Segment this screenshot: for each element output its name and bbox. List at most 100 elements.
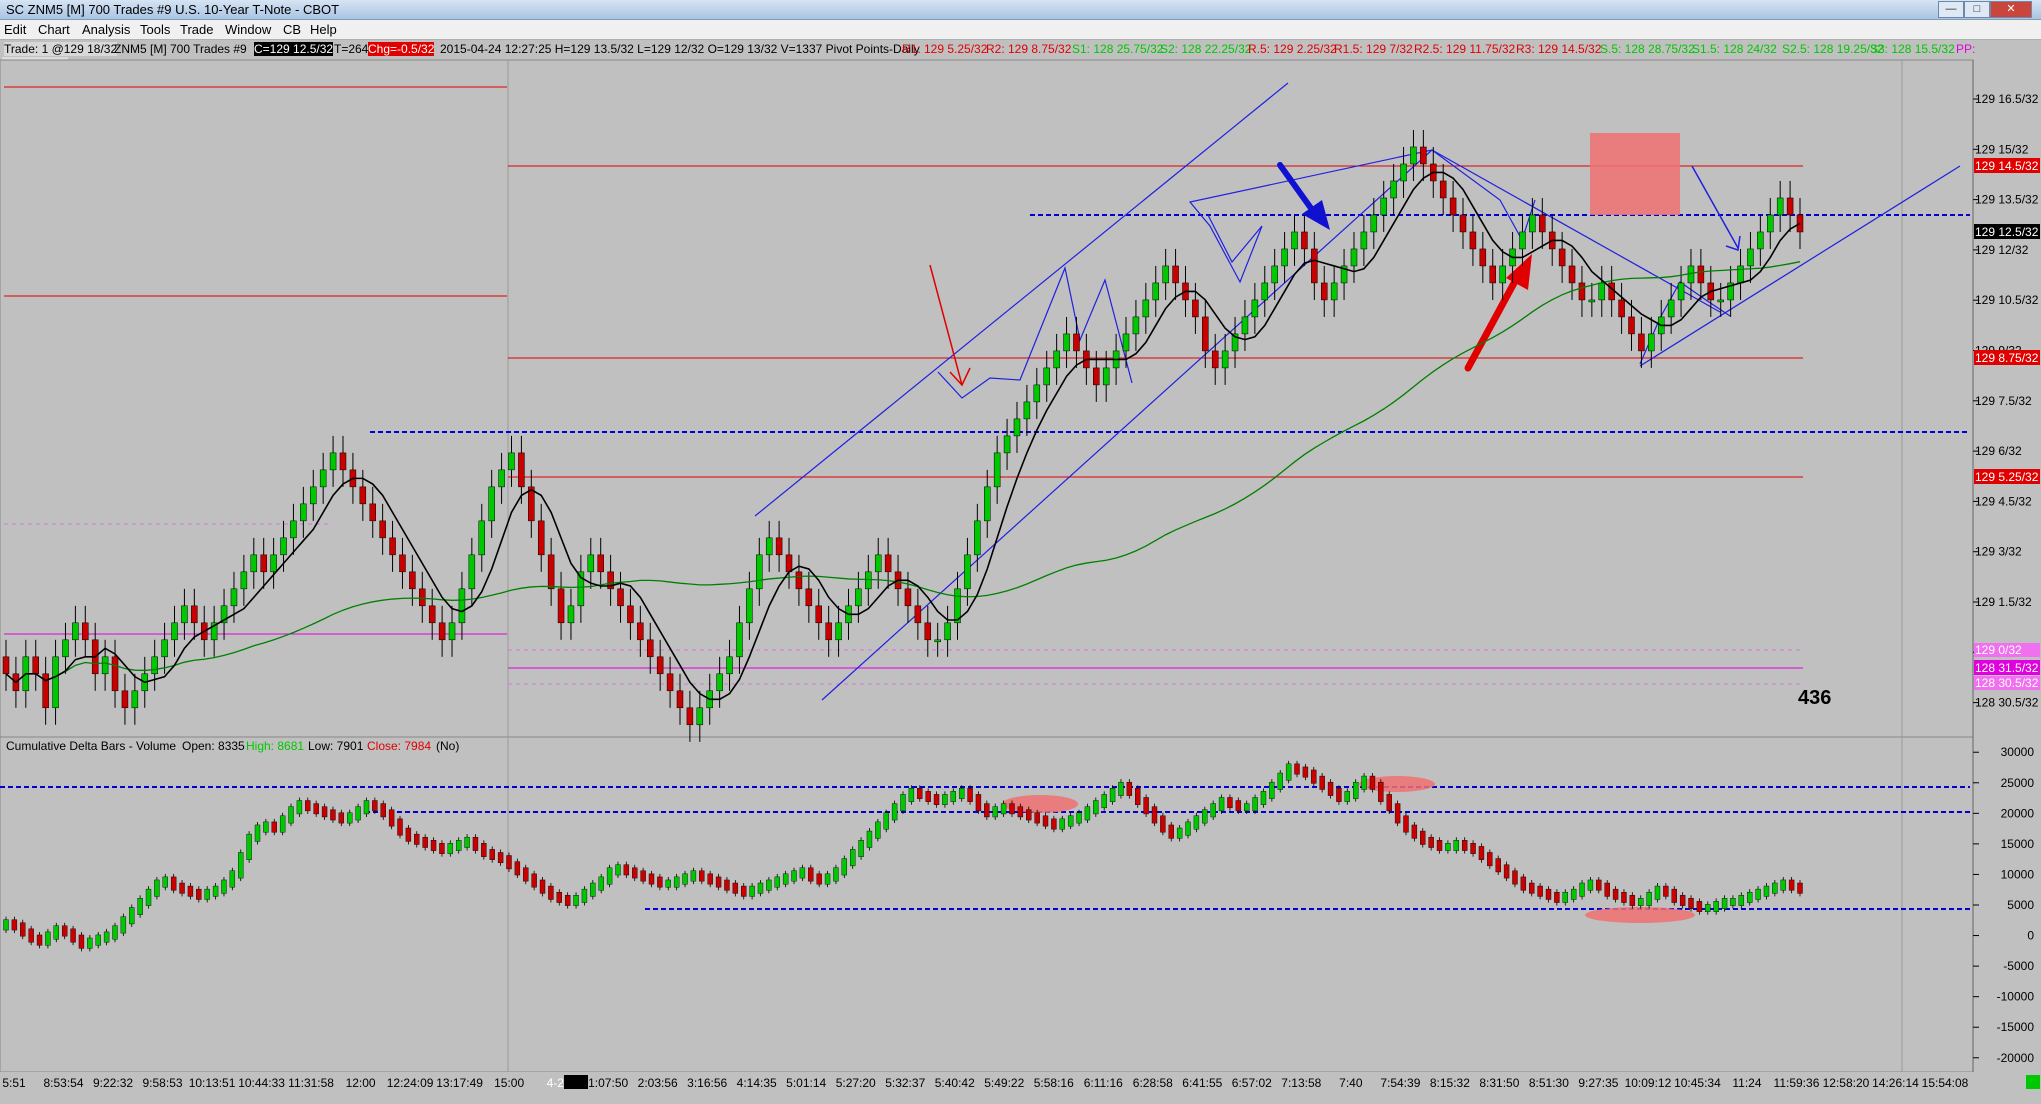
- delta-bar: [489, 849, 495, 860]
- candle: [448, 622, 456, 641]
- candle: [736, 622, 743, 658]
- delta-low: Low: 7901: [308, 739, 364, 753]
- candle: [1221, 350, 1229, 369]
- delta-bar: [1285, 763, 1292, 781]
- delta-bar: [883, 812, 889, 830]
- delta-bar: [699, 870, 705, 882]
- time-tick-label: 8:53:54: [43, 1076, 83, 1090]
- delta-bar: [732, 882, 739, 894]
- time-tick-label: 13:17:49: [436, 1076, 483, 1090]
- delta-bar: [1319, 775, 1325, 790]
- price-chart[interactable]: 129 16.5/32 129 15/32 129 13.5/32 129 12/32…: [0, 0, 2041, 1104]
- price-tick-label: 128 30.5/32: [1975, 696, 2039, 710]
- candle: [260, 554, 267, 573]
- candle: [1172, 265, 1179, 284]
- delta-bar: [1218, 797, 1225, 812]
- delta-bar: [715, 876, 722, 888]
- candle: [280, 537, 287, 556]
- candle: [1400, 163, 1407, 182]
- candle: [32, 656, 39, 675]
- delta-bar: [263, 821, 269, 833]
- candle: [1529, 214, 1536, 233]
- time-tick-label: 5:01:14: [786, 1076, 826, 1090]
- delta-bar: [632, 867, 638, 879]
- delta-bar: [1227, 797, 1233, 809]
- delta-bar: [514, 861, 521, 876]
- price-tick-label: 129 3/32: [1975, 545, 2022, 559]
- delta-bar: [724, 879, 730, 891]
- candle: [1073, 333, 1080, 352]
- delta-bar: [137, 898, 143, 915]
- delta-bar: [1176, 827, 1183, 839]
- delta-bar: [464, 836, 470, 848]
- candle: [438, 622, 446, 641]
- candle: [666, 673, 674, 692]
- candle: [1330, 282, 1338, 301]
- candle: [518, 452, 525, 488]
- delta-no: (No): [436, 739, 459, 753]
- delta-bar: [305, 800, 311, 812]
- delta-bar: [850, 849, 856, 867]
- delta-tick-label: 20000: [2001, 806, 2035, 820]
- delta-bar: [548, 885, 554, 900]
- delta-bar: [1537, 885, 1543, 897]
- candle: [1370, 214, 1378, 233]
- delta-bar: [791, 870, 797, 882]
- candle: [1439, 180, 1447, 199]
- delta-bar: [87, 937, 93, 949]
- delta-bar: [1780, 879, 1786, 891]
- candle: [874, 554, 882, 573]
- delta-bar: [422, 836, 428, 848]
- delta-tick-label: -10000: [1997, 990, 2035, 1004]
- candle: [1648, 333, 1655, 352]
- delta-bar: [288, 806, 294, 824]
- candle: [339, 452, 347, 471]
- delta-bar: [766, 879, 772, 891]
- delta-bar: [975, 794, 982, 812]
- candle: [369, 503, 376, 522]
- delta-open: Open: 8335: [182, 739, 245, 753]
- delta-bar: [1260, 791, 1267, 805]
- candle: [617, 588, 624, 607]
- candle: [428, 605, 436, 624]
- delta-bar: [1604, 882, 1610, 897]
- delta-bar: [1772, 882, 1778, 894]
- time-tick-label: 7:40: [1339, 1076, 1363, 1090]
- delta-bar: [942, 794, 948, 805]
- delta-bar: [1679, 895, 1686, 906]
- delta-bar: [1026, 809, 1032, 821]
- candle: [647, 639, 654, 658]
- candle: [696, 707, 704, 726]
- current-price-label: 129 12.5/32: [1975, 225, 2039, 239]
- candle: [389, 537, 396, 556]
- annotation-number: 436: [1798, 687, 1831, 709]
- candle: [101, 656, 109, 675]
- candle: [815, 605, 823, 624]
- delta-bar: [36, 934, 43, 946]
- pp-axis-label-a: 129 0/32: [1975, 643, 2022, 657]
- candle: [914, 605, 922, 624]
- delta-bar: [866, 830, 873, 848]
- delta-bar: [179, 882, 185, 894]
- candle: [1767, 214, 1774, 233]
- candle: [1013, 418, 1021, 437]
- time-tick-label: 12:24:09: [387, 1076, 434, 1090]
- delta-bar: [1587, 879, 1594, 891]
- delta-bar: [1143, 797, 1149, 815]
- delta-bar: [1000, 803, 1007, 815]
- candle: [1776, 197, 1784, 216]
- delta-bar: [1646, 891, 1652, 906]
- candle: [825, 622, 832, 641]
- delta-bar: [1277, 772, 1283, 790]
- candle: [62, 639, 69, 658]
- delta-bar: [707, 873, 713, 885]
- delta-bar: [665, 879, 671, 888]
- delta-bar: [1378, 781, 1384, 802]
- delta-bar: [749, 885, 755, 897]
- delta-tick-label: -20000: [1997, 1051, 2035, 1065]
- delta-bar: [103, 931, 110, 943]
- time-tick-label: 5:27:20: [836, 1076, 876, 1090]
- candle: [1697, 265, 1705, 284]
- candle: [1122, 333, 1130, 352]
- candle: [597, 554, 604, 573]
